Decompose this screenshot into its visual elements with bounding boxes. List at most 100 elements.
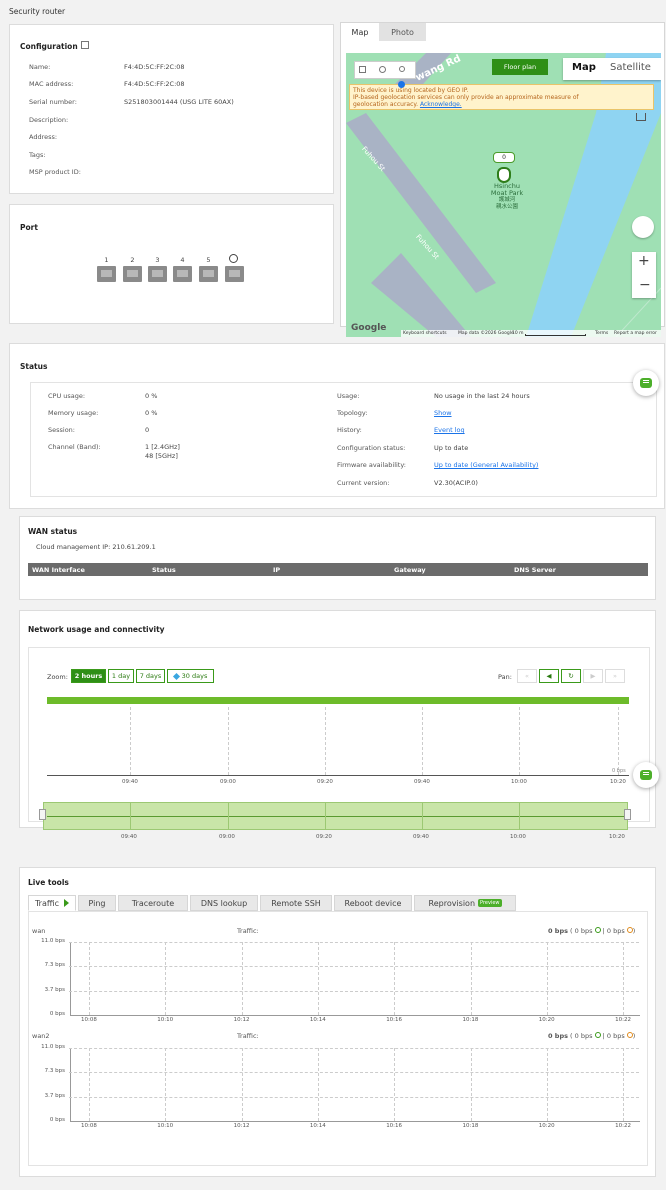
tab-remote-ssh[interactable]: Remote SSH xyxy=(260,895,332,911)
grid-line xyxy=(422,707,423,775)
device-pin-count[interactable]: 0 xyxy=(493,152,515,163)
firmware-link[interactable]: Up to date (General Availability) xyxy=(434,461,538,469)
port-1[interactable] xyxy=(97,266,116,282)
x-tick: 10:18 xyxy=(462,1017,479,1023)
map-type-satellite[interactable]: Satellite xyxy=(610,62,651,73)
chart-name: wan xyxy=(32,927,46,935)
y-grid-line xyxy=(69,942,639,943)
traffic-down: ( 0 bps xyxy=(567,927,595,935)
wan-col-status[interactable]: Status xyxy=(152,566,176,574)
port-2[interactable] xyxy=(123,266,142,282)
tab-traffic[interactable]: Traffic xyxy=(28,895,76,911)
tab-reprovision[interactable]: Reprovision Preview xyxy=(414,895,516,911)
map-type-map[interactable]: Map xyxy=(572,62,596,73)
keyboard-shortcuts-link[interactable]: Keyboard shortcuts xyxy=(403,331,447,336)
x-tick: 10:12 xyxy=(233,1017,250,1023)
report-map-error-link[interactable]: Report a map error xyxy=(614,331,657,336)
pan-label: Pan: xyxy=(498,673,512,681)
terms-link[interactable]: Terms xyxy=(595,331,608,336)
range-x-tick: 09:40 xyxy=(121,834,137,840)
locate-icon[interactable] xyxy=(379,66,386,73)
acknowledge-link[interactable]: Acknowledge. xyxy=(420,101,462,108)
zoom-1day-button[interactable]: 1 day xyxy=(108,669,134,683)
x-tick: 10:10 xyxy=(157,1123,174,1129)
tab-dns-lookup[interactable]: DNS lookup xyxy=(190,895,258,911)
x-tick: 10:22 xyxy=(615,1123,631,1129)
topology-show-link[interactable]: Show xyxy=(434,409,452,417)
range-handle-right[interactable] xyxy=(624,809,631,820)
x-tick: 10:20 xyxy=(610,779,626,785)
port-3[interactable] xyxy=(148,266,167,282)
port-number: 4 xyxy=(180,256,185,264)
connectivity-bar xyxy=(47,697,629,704)
tab-photo[interactable]: Photo xyxy=(379,23,426,41)
config-value: F4:4D:5C:FF:2C:08 xyxy=(124,63,185,71)
wan-col-dns[interactable]: DNS Server xyxy=(514,566,556,574)
event-log-link[interactable]: Event log xyxy=(434,426,465,434)
tab-traceroute[interactable]: Traceroute xyxy=(118,895,188,911)
home-icon[interactable] xyxy=(359,66,366,73)
x-tick: 10:20 xyxy=(538,1017,555,1023)
y-tick: 7.3 bps xyxy=(44,962,65,969)
search-icon[interactable] xyxy=(399,66,405,72)
pan-prev-button[interactable]: ◀ xyxy=(539,669,559,683)
geo-warning-line2: IP-based geolocation services can only p… xyxy=(353,94,579,101)
x-tick: 10:00 xyxy=(511,779,527,785)
traffic-summary: 0 bps ( 0 bps | 0 bps ) xyxy=(548,927,635,935)
traffic-down: ( 0 bps xyxy=(567,1032,595,1040)
zoom-in-button[interactable]: + xyxy=(638,253,650,269)
edit-icon[interactable] xyxy=(81,41,89,49)
x-grid-line xyxy=(317,942,319,1015)
pan-refresh-button[interactable]: ↻ xyxy=(561,669,581,683)
device-pin-icon[interactable] xyxy=(497,167,511,183)
range-x-tick: 09:20 xyxy=(316,834,332,840)
range-handle-left[interactable] xyxy=(39,809,46,820)
wan-col-ip[interactable]: IP xyxy=(273,566,280,574)
traffic-total: 0 bps xyxy=(548,1032,568,1040)
play-icon xyxy=(64,899,70,907)
x-tick: 10:08 xyxy=(81,1123,97,1129)
port-4[interactable] xyxy=(173,266,192,282)
x-grid-line xyxy=(470,942,472,1015)
pan-last-button[interactable]: » xyxy=(605,669,625,683)
port-number: 3 xyxy=(155,256,160,264)
tab-reboot-device[interactable]: Reboot device xyxy=(334,895,412,911)
tab-map[interactable]: Map xyxy=(341,23,379,41)
chat-button[interactable] xyxy=(633,370,659,396)
tab-ping[interactable]: Ping xyxy=(78,895,116,911)
traffic-end: ) xyxy=(632,927,636,935)
wan-col-interface[interactable]: WAN Interface xyxy=(32,566,85,574)
floor-plan-button[interactable]: Floor plan xyxy=(492,59,548,75)
zoom-30days-button[interactable]: 30 days xyxy=(167,669,214,683)
pan-next-button[interactable]: ▶ xyxy=(583,669,603,683)
zoom-2hours-button[interactable]: 2 hours xyxy=(71,669,106,683)
fullscreen-icon[interactable] xyxy=(636,113,646,121)
status-value: 0 xyxy=(145,426,150,434)
port-5[interactable] xyxy=(199,266,218,282)
traffic-total: 0 bps xyxy=(548,927,568,935)
status-label: Session: xyxy=(48,426,75,434)
pan-first-button[interactable]: « xyxy=(517,669,537,683)
zoom-7days-button[interactable]: 7 days xyxy=(136,669,165,683)
status-label: Firmware availability: xyxy=(337,461,406,469)
wan-col-gateway[interactable]: Gateway xyxy=(394,566,426,574)
geo-warning-line3: geolocation accuracy. xyxy=(353,101,419,108)
park-name2: Moat Park xyxy=(490,189,524,197)
scale-text: 10 m xyxy=(512,331,524,336)
zoom-out-button[interactable]: − xyxy=(639,277,651,293)
x-grid-line xyxy=(394,942,396,1015)
grid-line xyxy=(325,707,326,775)
x-tick: 10:08 xyxy=(81,1017,97,1023)
range-x-tick: 09:00 xyxy=(219,834,235,840)
map-view[interactable]: wang Rd Floor plan Map Satellite This de… xyxy=(346,53,661,337)
traffic-up: | 0 bps xyxy=(600,1032,627,1040)
status-value: 0 % xyxy=(145,409,158,417)
globe-icon xyxy=(229,254,238,263)
port-wan[interactable] xyxy=(225,266,244,282)
y-tick: 0 bps xyxy=(49,1117,65,1123)
zoom-30days-label: 30 days xyxy=(181,672,208,680)
status-value-2: 48 [5GHz] xyxy=(145,452,178,460)
pan-control-icon[interactable] xyxy=(632,216,654,238)
page-title: Security router xyxy=(9,7,66,16)
chat-button-2[interactable] xyxy=(633,762,659,788)
